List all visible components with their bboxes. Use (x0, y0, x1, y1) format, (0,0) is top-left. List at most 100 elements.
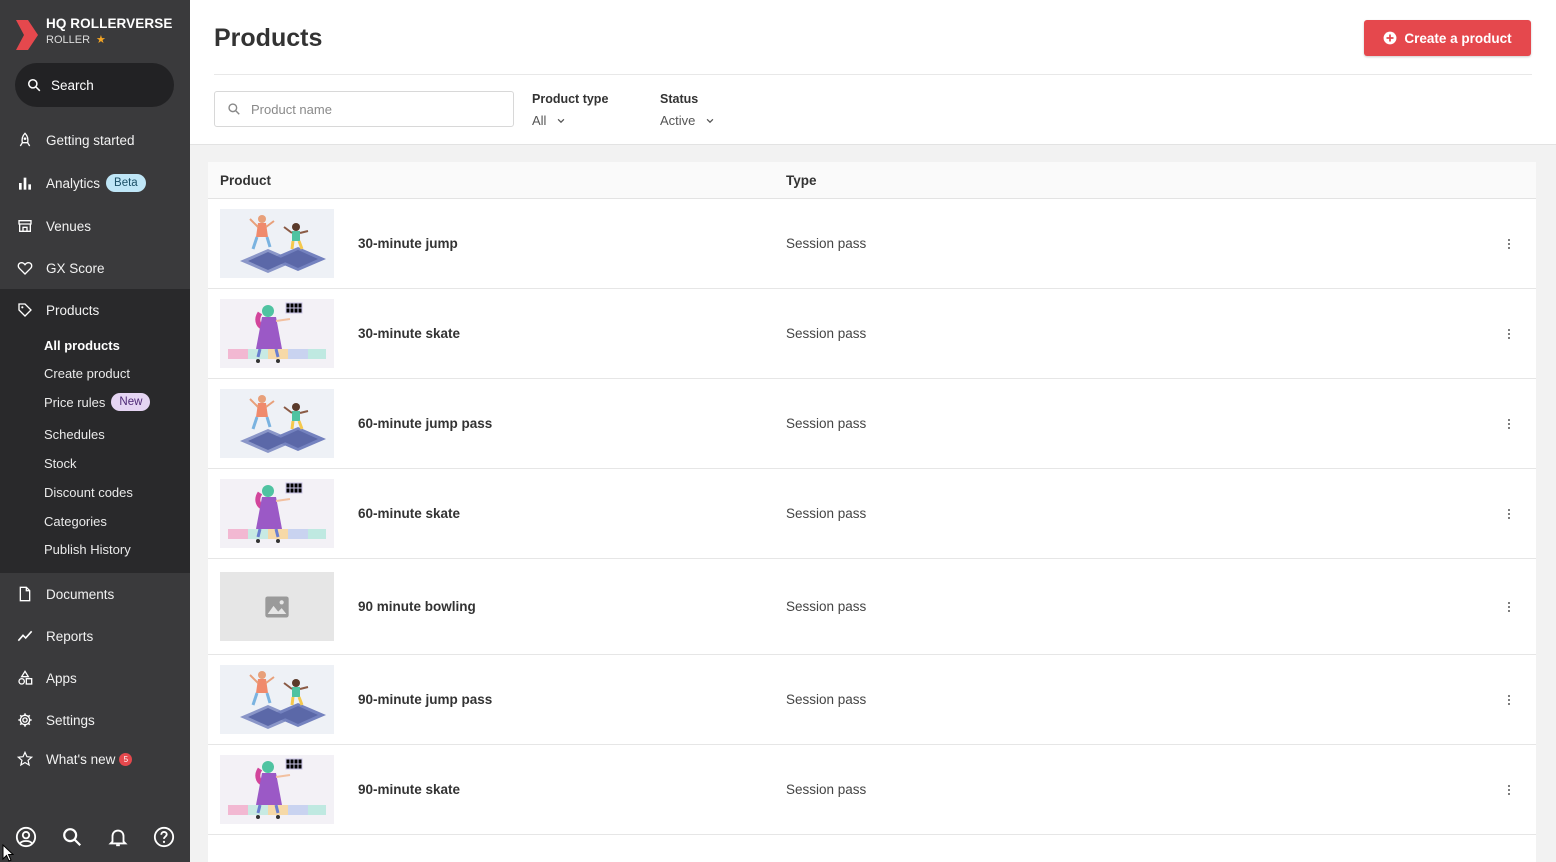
sub-item-categories[interactable]: Categories (44, 514, 107, 529)
sub-item-price-rules[interactable]: Price rules New (44, 393, 151, 411)
bell-icon[interactable] (107, 826, 129, 848)
sub-item-create-product[interactable]: Create product (44, 366, 130, 381)
more-options-icon[interactable] (1503, 690, 1515, 710)
sidebar-item-getting-started[interactable]: Getting started (0, 120, 190, 160)
product-type: Session pass (786, 692, 867, 707)
mouse-cursor-icon (2, 844, 14, 862)
sub-item-stock[interactable]: Stock (44, 456, 77, 471)
sub-item-all-products[interactable]: All products (44, 338, 120, 353)
sidebar-item-apps[interactable]: Apps (0, 658, 190, 698)
sidebar-item-label: Apps (46, 670, 77, 686)
header-divider (214, 74, 1532, 75)
product-thumbnail (220, 209, 334, 278)
chevron-down-icon (707, 118, 714, 123)
star-icon (17, 751, 33, 767)
sub-item-label: Discount codes (44, 485, 133, 500)
status-value: Active (660, 113, 696, 128)
column-header-type[interactable]: Type (786, 173, 817, 188)
roller-logo-icon (16, 20, 38, 50)
product-type: Session pass (786, 506, 867, 521)
store-icon (18, 220, 32, 232)
product-name[interactable]: 30-minute jump (358, 236, 458, 251)
product-search-input[interactable] (251, 101, 491, 117)
trend-line-icon (17, 630, 33, 642)
more-options-icon[interactable] (1503, 597, 1515, 617)
sidebar-bottom-toolbar (0, 826, 190, 854)
sidebar-item-label: Analytics (46, 175, 101, 191)
sidebar-item-gx-score[interactable]: GX Score (0, 248, 190, 288)
sub-item-label: Stock (44, 456, 77, 471)
page-header: Products Create a product Product type A… (190, 0, 1556, 145)
create-product-label: Create a product (1404, 30, 1512, 46)
table-row[interactable]: 30-minute jump Session pass (208, 199, 1536, 289)
create-product-button[interactable]: Create a product (1364, 20, 1531, 56)
product-name[interactable]: 60-minute skate (358, 506, 460, 521)
plus-circle-icon (1383, 31, 1397, 45)
table-row[interactable]: 30-minute skate Session pass (208, 289, 1536, 379)
whats-new-count-badge: 5 (119, 752, 133, 766)
table-row[interactable]: 90-minute skate Session pass (208, 745, 1536, 835)
more-options-icon[interactable] (1503, 780, 1515, 800)
sidebar-item-label: What's new (46, 751, 116, 767)
product-name[interactable]: 90-minute jump pass (358, 692, 492, 707)
sidebar-item-settings[interactable]: Settings (0, 700, 190, 740)
more-options-icon[interactable] (1503, 504, 1515, 524)
sub-item-publish-history[interactable]: Publish History (44, 542, 131, 557)
product-type: Session pass (786, 416, 867, 431)
column-header-product[interactable]: Product (220, 173, 271, 188)
main-content: Products Create a product Product type A… (190, 0, 1556, 862)
sidebar-item-label: Getting started (46, 132, 135, 148)
sub-item-schedules[interactable]: Schedules (44, 427, 105, 442)
tag-icon (18, 303, 32, 317)
sidebar-item-label: Venues (46, 218, 92, 234)
sidebar-item-documents[interactable]: Documents (0, 574, 190, 614)
apps-shapes-icon (18, 670, 33, 685)
table-row[interactable]: 90-minute jump pass Session pass (208, 655, 1536, 745)
help-icon[interactable] (153, 826, 175, 848)
sub-item-label: Categories (44, 514, 107, 529)
product-name[interactable]: 90-minute skate (358, 782, 460, 797)
product-type-value: All (532, 113, 547, 128)
search-icon (228, 103, 240, 115)
sidebar-item-venues[interactable]: Venues (0, 206, 190, 246)
table-row[interactable]: 60-minute jump pass Session pass (208, 379, 1536, 469)
page-title: Products (214, 24, 323, 52)
account-icon[interactable] (15, 826, 37, 848)
sidebar-item-analytics[interactable]: Analytics Beta (0, 163, 190, 203)
product-type-filter[interactable]: Product type All (532, 92, 608, 128)
sub-item-discount-codes[interactable]: Discount codes (44, 485, 133, 500)
more-options-icon[interactable] (1503, 324, 1515, 344)
sidebar-item-products[interactable]: Products (0, 290, 190, 330)
table-row[interactable]: 60-minute skate Session pass (208, 469, 1536, 559)
brand[interactable]: HQ ROLLERVERSE ROLLER ★ (14, 16, 172, 56)
chevron-down-icon (558, 118, 565, 123)
products-nav-group: Products All products Create product Pri… (0, 289, 190, 573)
product-name[interactable]: 90 minute bowling (358, 599, 476, 614)
product-name[interactable]: 60-minute jump pass (358, 416, 492, 431)
status-filter[interactable]: Status Active (660, 92, 715, 128)
sidebar-item-reports[interactable]: Reports (0, 616, 190, 656)
status-label: Status (660, 92, 699, 106)
sidebar-search[interactable]: Search (15, 63, 174, 107)
brand-sub: ROLLER (46, 33, 91, 46)
sub-item-label: All products (44, 338, 120, 353)
more-options-icon[interactable] (1503, 234, 1515, 254)
product-search-field[interactable] (214, 91, 514, 127)
product-thumbnail (220, 755, 334, 824)
table-row[interactable]: 90 minute bowling Session pass (208, 559, 1536, 655)
sidebar-item-whats-new[interactable]: What's new 5 (0, 739, 190, 779)
gear-icon (18, 713, 32, 727)
more-options-icon[interactable] (1503, 414, 1515, 434)
product-type: Session pass (786, 782, 867, 797)
rocket-icon (19, 132, 31, 147)
sidebar-item-label: Documents (46, 586, 115, 602)
sidebar-item-label: GX Score (46, 260, 105, 276)
sub-item-label: Publish History (44, 542, 131, 557)
search-icon[interactable] (61, 826, 83, 848)
product-image-placeholder (220, 572, 334, 641)
brand-name: HQ ROLLERVERSE (46, 16, 173, 31)
product-name[interactable]: 30-minute skate (358, 326, 460, 341)
favourite-star-icon[interactable]: ★ (96, 33, 106, 46)
sidebar-item-label: Settings (46, 712, 95, 728)
product-thumbnail (220, 479, 334, 548)
